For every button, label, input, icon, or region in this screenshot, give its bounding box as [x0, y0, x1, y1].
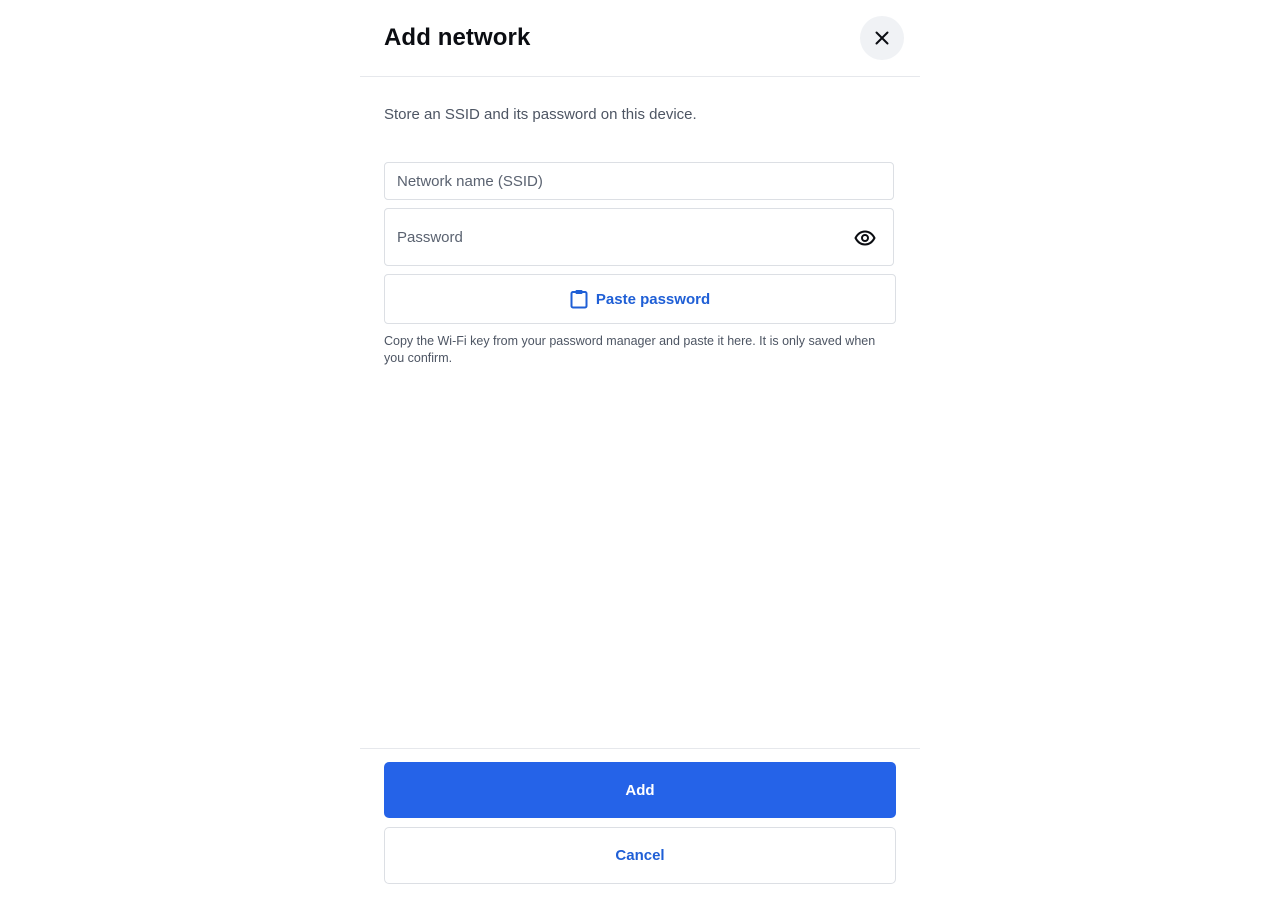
cancel-button[interactable]: Cancel: [384, 827, 896, 884]
ssid-field: [384, 162, 894, 200]
clipboard-icon: [570, 289, 588, 309]
show-password-button[interactable]: [851, 224, 879, 252]
password-input[interactable]: [385, 209, 893, 265]
add-button[interactable]: Add: [384, 762, 896, 818]
dialog-title: Add network: [384, 24, 531, 51]
add-network-dialog: Add network Store an SSID and its passwo…: [360, 0, 920, 900]
paste-password-button[interactable]: Paste password: [384, 274, 896, 324]
close-button[interactable]: [860, 16, 904, 60]
dialog-header: Add network: [360, 0, 920, 77]
close-icon: [874, 30, 890, 46]
paste-password-label: Paste password: [595, 290, 711, 308]
paste-hint: Copy the Wi-Fi key from your password ma…: [384, 334, 876, 365]
dialog-footer: Add Cancel: [360, 748, 920, 901]
dialog-subtitle: Store an SSID and its password on this d…: [384, 106, 697, 123]
ssid-input[interactable]: [385, 163, 893, 199]
eye-icon: [854, 230, 876, 246]
password-field: [384, 208, 894, 266]
